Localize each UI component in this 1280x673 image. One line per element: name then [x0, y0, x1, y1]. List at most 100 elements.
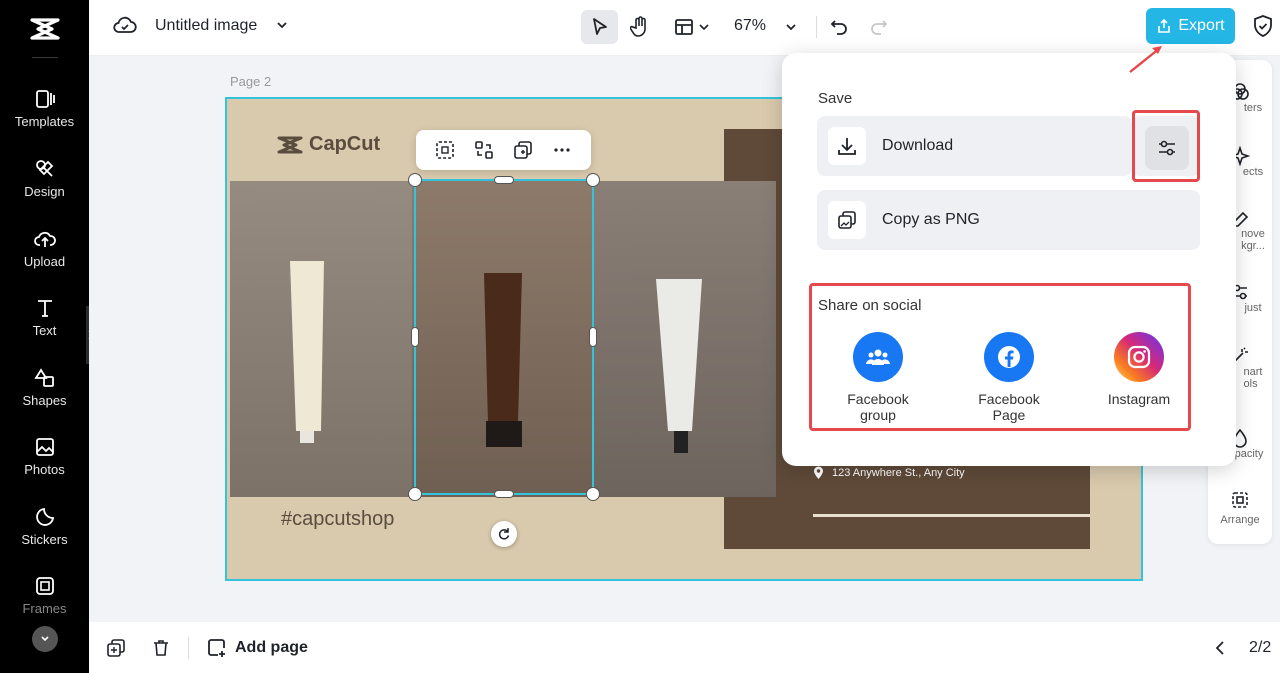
layout-icon: [675, 19, 693, 35]
product-photo-tube-white[interactable]: [594, 181, 776, 497]
hand-tool-button[interactable]: [623, 10, 657, 44]
download-label: Download: [882, 137, 954, 154]
toolbar-divider: [816, 16, 817, 38]
save-section-title: Save: [818, 90, 853, 107]
duplicate-page-button[interactable]: [106, 638, 126, 663]
product-photo-tube-cream[interactable]: [230, 181, 412, 497]
sidebar-item-label: Shapes: [22, 393, 67, 408]
facebook-icon: [984, 332, 1034, 382]
cloud-sync-icon[interactable]: [113, 15, 137, 42]
sidebar-item-design[interactable]: Design: [0, 158, 89, 218]
sidebar-item-label: Upload: [23, 254, 66, 269]
sidebar-item-shapes[interactable]: Shapes: [0, 367, 89, 427]
upload-icon: [33, 231, 56, 247]
location-pin-icon: [814, 466, 823, 479]
add-page-button[interactable]: Add page: [207, 638, 308, 658]
text-icon: [37, 300, 52, 317]
sidebar-item-stickers[interactable]: Stickers: [0, 506, 89, 566]
right-tool-label: pacity: [1234, 448, 1264, 460]
logo-divider: [32, 57, 58, 58]
selection-box[interactable]: [408, 173, 600, 501]
chevron-down-icon: [41, 636, 49, 642]
share-upload-icon: [1158, 18, 1171, 33]
rotate-icon: [498, 528, 510, 540]
share-social-title: Share on social: [818, 297, 922, 314]
crop-select-icon[interactable]: [435, 140, 455, 160]
right-tool-label: nove kgr...: [1241, 228, 1265, 252]
bottom-divider: [188, 637, 189, 659]
sidebar-item-label: Text: [32, 323, 57, 338]
export-button[interactable]: Export: [1146, 8, 1235, 44]
copy-as-png-button[interactable]: Copy as PNG: [817, 190, 1200, 250]
export-dropdown: Save Download Copy as PNG Share on socia…: [782, 53, 1236, 466]
social-label: Instagram: [1107, 391, 1171, 407]
resize-handle[interactable]: [494, 176, 514, 184]
share-facebook-page-button[interactable]: Facebook Page: [959, 332, 1059, 423]
left-sidebar: Templates Design Upload Text Shapes Phot…: [0, 0, 89, 673]
download-button[interactable]: Download: [817, 116, 1132, 176]
chevron-down-icon: [699, 24, 709, 31]
highlight-box: [1132, 110, 1200, 182]
resize-handle[interactable]: [408, 173, 422, 187]
shield-icon[interactable]: [1252, 14, 1274, 43]
zoom-dropdown-button[interactable]: [779, 10, 803, 44]
trash-icon: [154, 640, 168, 656]
select-tool-button[interactable]: [581, 10, 618, 44]
sidebar-item-label: Templates: [14, 114, 75, 129]
address-text: 123 Anywhere St., Any City: [832, 467, 965, 479]
sidebar-item-photos[interactable]: Photos: [0, 436, 89, 496]
hashtag-text[interactable]: #capcutshop: [281, 508, 394, 531]
undo-icon: [830, 20, 847, 35]
prev-page-button[interactable]: [1213, 640, 1227, 661]
share-facebook-group-button[interactable]: Facebook group: [828, 332, 928, 423]
resize-handle[interactable]: [411, 327, 419, 347]
brand-name: CapCut: [309, 133, 381, 155]
more-icon[interactable]: [552, 140, 572, 160]
redo-icon: [871, 20, 888, 35]
page-label: Page 2: [230, 74, 272, 89]
design-icon: [35, 160, 53, 177]
right-tool-arrange[interactable]: Arrange: [1208, 490, 1272, 526]
copy-image-icon: [828, 201, 866, 239]
capcut-logo-icon[interactable]: [0, 0, 89, 58]
rotate-handle[interactable]: [491, 521, 517, 547]
sidebar-item-label: Photos: [24, 462, 65, 477]
resize-handle[interactable]: [408, 487, 422, 501]
bottom-bar: Add page 2/2: [89, 622, 1280, 673]
document-title[interactable]: Untitled image: [155, 17, 257, 35]
annotation-arrow-icon: [1129, 46, 1162, 73]
cursor-icon: [592, 18, 607, 35]
sidebar-expand-button[interactable]: [32, 626, 58, 652]
undo-button[interactable]: [827, 10, 851, 44]
layout-dropdown-button[interactable]: [669, 10, 715, 44]
social-label: Facebook group: [847, 391, 909, 423]
sidebar-item-upload[interactable]: Upload: [0, 228, 89, 288]
duplicate-icon[interactable]: [513, 140, 533, 160]
delete-page-button[interactable]: [151, 638, 171, 663]
right-tool-label: just: [1244, 302, 1262, 314]
resize-handle[interactable]: [586, 173, 600, 187]
resize-handle[interactable]: [586, 487, 600, 501]
divider-line: [813, 514, 1090, 517]
sidebar-item-text[interactable]: Text: [0, 297, 89, 357]
social-label: Facebook Page: [978, 391, 1040, 423]
chevron-left-icon: [1215, 641, 1224, 655]
chevron-down-icon: [786, 24, 796, 31]
brand-logo[interactable]: CapCut: [277, 133, 380, 156]
resize-handle[interactable]: [589, 327, 597, 347]
right-tool-label: ects: [1242, 166, 1264, 178]
redo-button[interactable]: [867, 10, 891, 44]
share-instagram-button[interactable]: Instagram: [1089, 332, 1189, 407]
duplicate-page-icon: [107, 639, 125, 657]
zoom-level[interactable]: 67%: [734, 17, 766, 35]
resize-handle[interactable]: [494, 490, 514, 498]
sidebar-item-templates[interactable]: Templates: [0, 88, 89, 148]
address-row[interactable]: 123 Anywhere St., Any City: [813, 466, 965, 480]
replace-icon[interactable]: [474, 140, 494, 160]
templates-icon: [35, 90, 55, 108]
top-toolbar: Untitled image 67% Export: [89, 0, 1280, 56]
instagram-icon: [1114, 332, 1164, 382]
right-tool-label: Arrange: [1220, 514, 1260, 526]
facebook-group-icon: [853, 332, 903, 382]
chevron-down-icon[interactable]: [275, 18, 289, 37]
